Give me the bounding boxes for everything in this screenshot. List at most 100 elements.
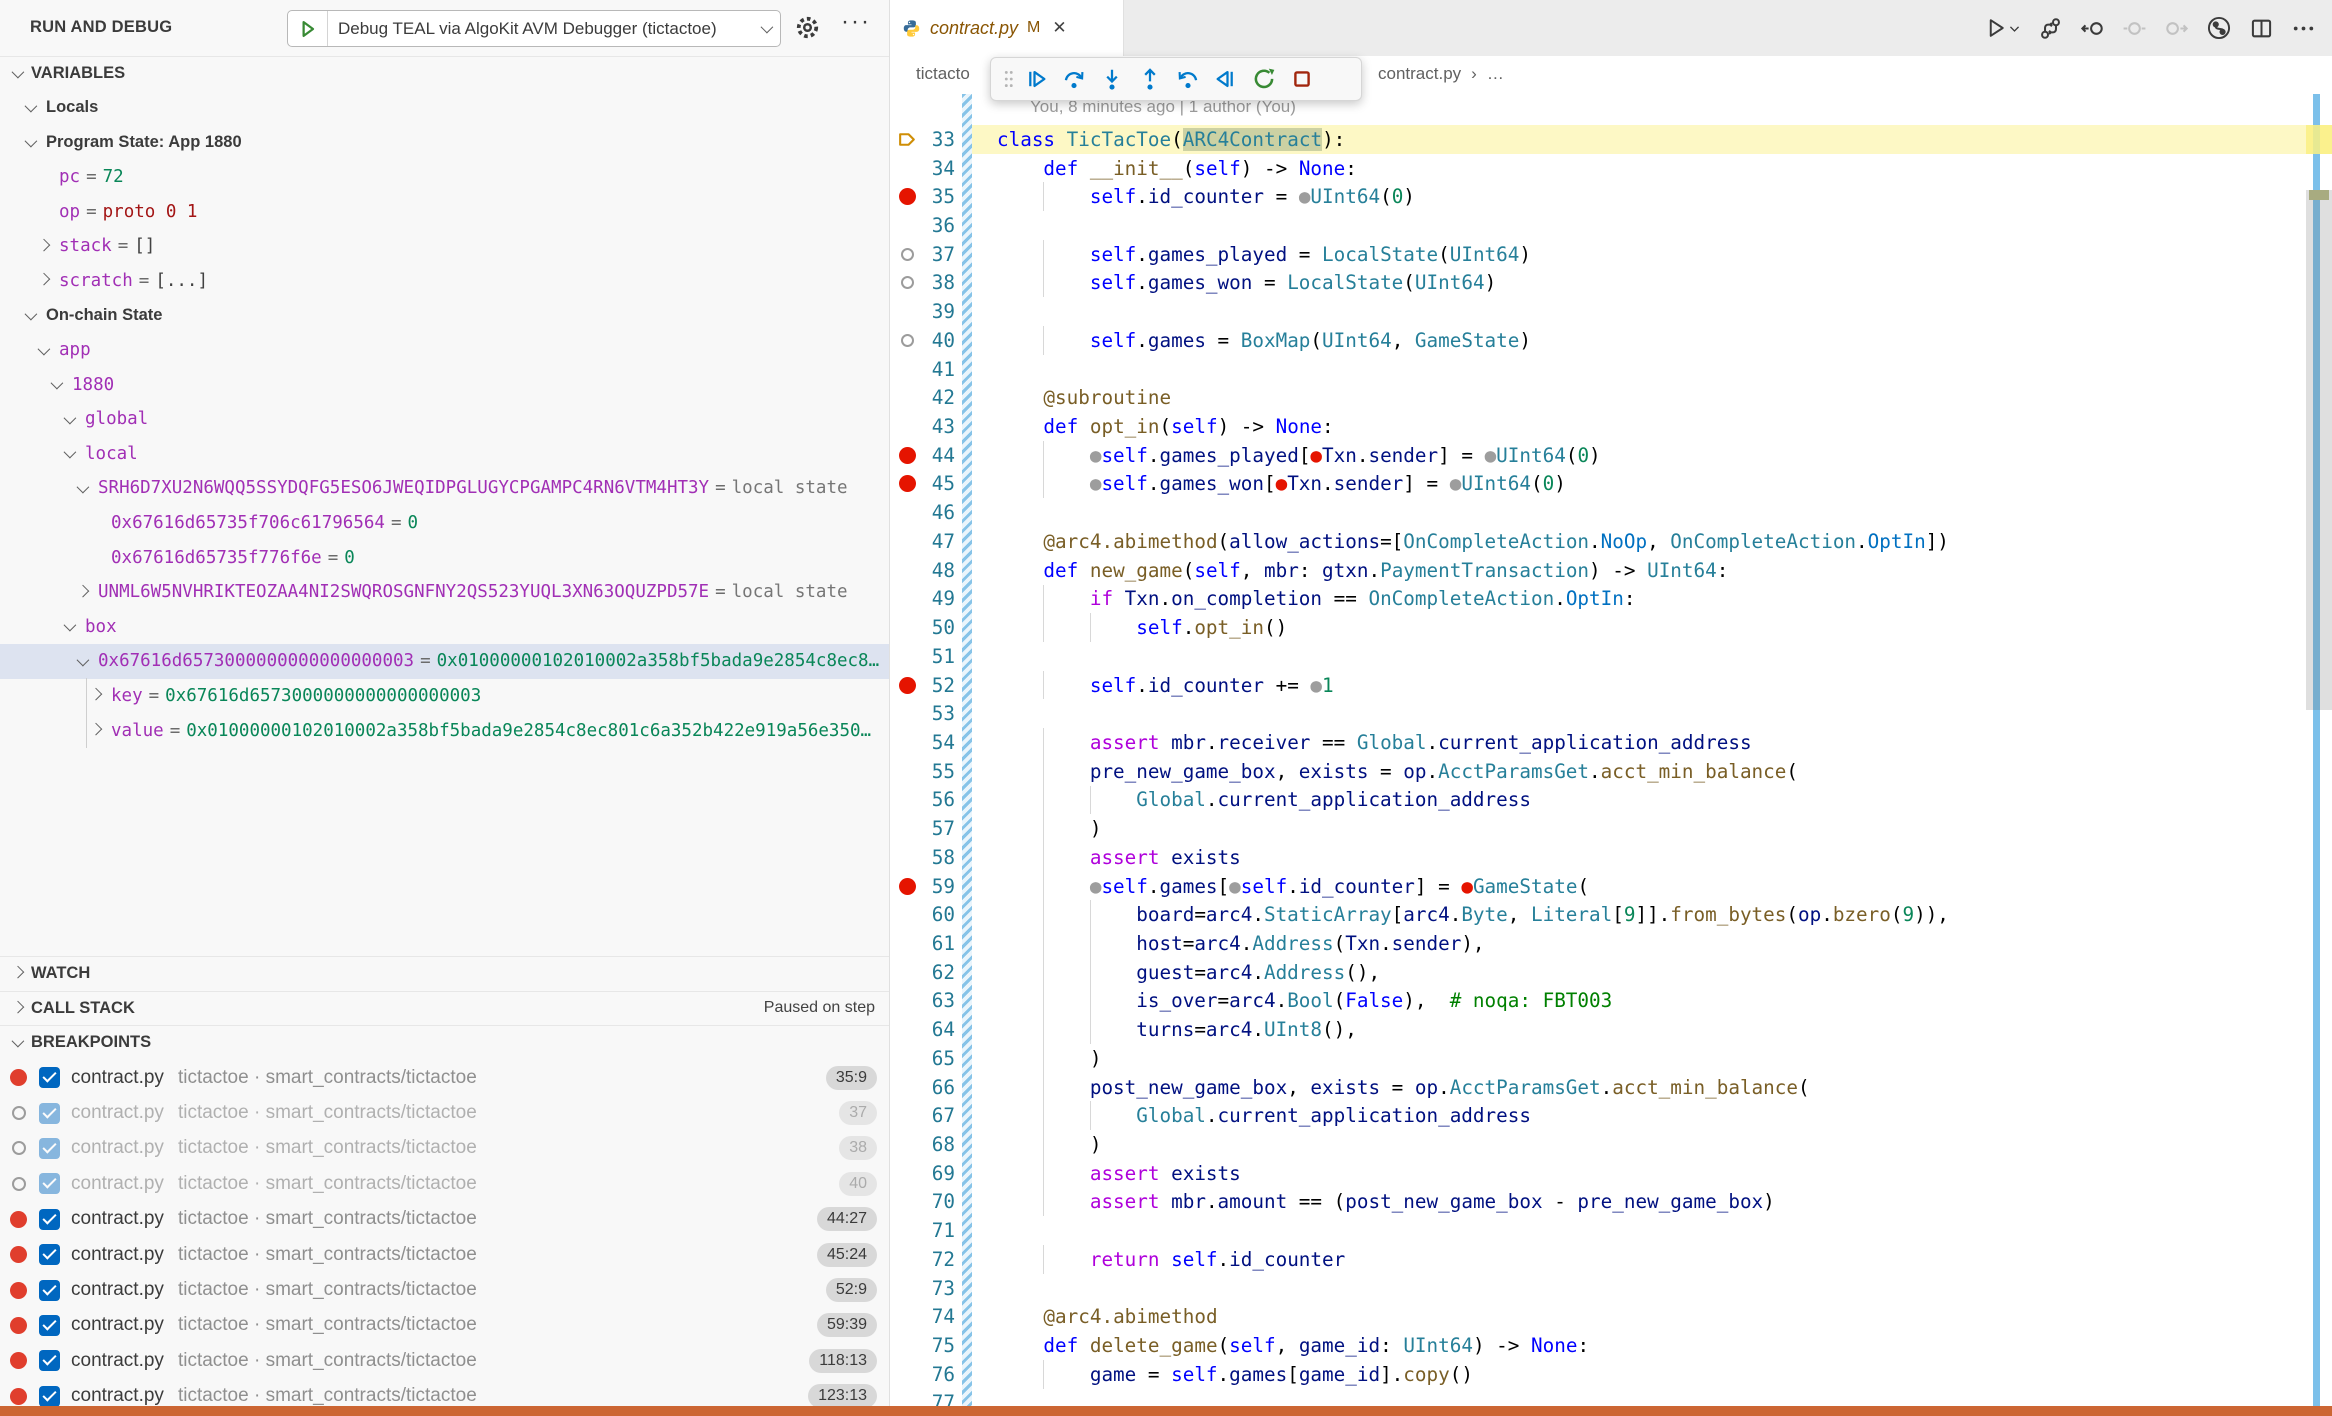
code-line-77[interactable]: 77: [890, 1389, 2332, 1406]
code-line-75[interactable]: 75def delete_game(self, game_id: UInt64)…: [890, 1331, 2332, 1360]
breakpoint-row[interactable]: contract.pytictactoe · smart_contracts/t…: [0, 1308, 889, 1343]
breadcrumb-folder[interactable]: tictacto: [916, 64, 970, 84]
variable-row[interactable]: Program State: App 1880: [0, 125, 889, 160]
breakpoint-checkbox[interactable]: [39, 1244, 60, 1265]
variable-row[interactable]: SRH6D7XU2N6WQQ5SSYDQFG5ESO6JWEQIDPGLUGYC…: [0, 471, 889, 506]
chevron-right-icon[interactable]: [77, 588, 98, 597]
code-line-40[interactable]: 40self.games = BoxMap(UInt64, GameState): [890, 326, 2332, 355]
code-line-33[interactable]: 33class TicTacToe(ARC4Contract):: [890, 125, 2332, 154]
code-editor[interactable]: You, 8 minutes ago | 1 author (You) 33cl…: [890, 94, 2332, 1406]
breakpoint-checkbox[interactable]: [39, 1350, 60, 1371]
split-editor-icon[interactable]: [2249, 16, 2274, 41]
breakpoint-row[interactable]: contract.pytictactoe · smart_contracts/t…: [0, 1131, 889, 1166]
variable-row[interactable]: value=0x01000000102010002a358bf5bada9e28…: [0, 713, 889, 748]
code-line-62[interactable]: 62guest=arc4.Address(),: [890, 958, 2332, 987]
line-content[interactable]: [972, 1389, 2332, 1406]
code-line-68[interactable]: 68): [890, 1130, 2332, 1159]
chevron-down-icon[interactable]: [64, 415, 85, 424]
code-line-72[interactable]: 72return self.id_counter: [890, 1245, 2332, 1274]
code-line-67[interactable]: 67Global.current_application_address: [890, 1101, 2332, 1130]
chevron-down-icon[interactable]: [77, 484, 98, 493]
breadcrumb-file[interactable]: contract.py: [1378, 64, 1461, 84]
line-content[interactable]: Global.current_application_address: [972, 786, 2332, 815]
step-back-button[interactable]: [1169, 62, 1207, 96]
line-content[interactable]: def new_game(self, mbr: gtxn.PaymentTran…: [972, 556, 2332, 585]
more-actions-icon[interactable]: ···: [841, 8, 871, 36]
drag-handle-icon[interactable]: [999, 68, 1017, 90]
variable-row[interactable]: key=0x67616d6573000000000000000003: [0, 679, 889, 714]
code-line-41[interactable]: 41: [890, 355, 2332, 384]
current-change-icon[interactable]: [2122, 16, 2147, 41]
code-line-47[interactable]: 47@arc4.abimethod(allow_actions=[OnCompl…: [890, 527, 2332, 556]
previous-change-icon[interactable]: [2080, 16, 2105, 41]
breakpoint-checkbox[interactable]: [39, 1103, 60, 1124]
variable-row[interactable]: Locals: [0, 91, 889, 126]
line-content[interactable]: class TicTacToe(ARC4Contract):: [972, 125, 2332, 154]
breakpoint-unverified-icon[interactable]: [890, 334, 925, 347]
breakpoint-checkbox[interactable]: [39, 1315, 60, 1336]
breakpoints-section-header[interactable]: BREAKPOINTS: [0, 1025, 889, 1060]
code-line-48[interactable]: 48def new_game(self, mbr: gtxn.PaymentTr…: [890, 556, 2332, 585]
code-line-36[interactable]: 36: [890, 211, 2332, 240]
restart-button[interactable]: [1245, 62, 1283, 96]
compare-changes-icon[interactable]: [2038, 16, 2063, 41]
code-line-38[interactable]: 38self.games_won = LocalState(UInt64): [890, 269, 2332, 298]
callstack-section-header[interactable]: CALL STACK Paused on step: [0, 991, 889, 1026]
code-line-59[interactable]: 59●self.games[●self.id_counter] = ●GameS…: [890, 872, 2332, 901]
line-content[interactable]: ): [972, 814, 2332, 843]
chevron-down-icon[interactable]: [25, 311, 46, 320]
variable-row[interactable]: On-chain State: [0, 298, 889, 333]
code-line-43[interactable]: 43def opt_in(self) -> None:: [890, 412, 2332, 441]
code-line-51[interactable]: 51: [890, 642, 2332, 671]
line-content[interactable]: [972, 642, 2332, 671]
code-line-46[interactable]: 46: [890, 498, 2332, 527]
line-content[interactable]: assert exists: [972, 1159, 2332, 1188]
chevron-right-icon[interactable]: [90, 726, 111, 735]
breakpoint-checkbox[interactable]: [39, 1138, 60, 1159]
code-line-76[interactable]: 76game = self.games[game_id].copy(): [890, 1360, 2332, 1389]
line-content[interactable]: [972, 699, 2332, 728]
code-line-73[interactable]: 73: [890, 1274, 2332, 1303]
breakpoint-unverified-icon[interactable]: [890, 276, 925, 289]
line-content[interactable]: @arc4.abimethod: [972, 1302, 2332, 1331]
breakpoint-checkbox[interactable]: [39, 1209, 60, 1230]
reverse-continue-button[interactable]: [1207, 62, 1245, 96]
line-content[interactable]: ): [972, 1044, 2332, 1073]
line-content[interactable]: assert mbr.receiver == Global.current_ap…: [972, 728, 2332, 757]
code-line-42[interactable]: 42@subroutine: [890, 383, 2332, 412]
variable-row[interactable]: local: [0, 437, 889, 472]
code-line-66[interactable]: 66post_new_game_box, exists = op.AcctPar…: [890, 1073, 2332, 1102]
code-line-58[interactable]: 58assert exists: [890, 843, 2332, 872]
scrollbar-thumb[interactable]: [2306, 190, 2332, 710]
line-content[interactable]: @subroutine: [972, 383, 2332, 412]
code-line-64[interactable]: 64turns=arc4.UInt8(),: [890, 1015, 2332, 1044]
line-content[interactable]: [972, 1216, 2332, 1245]
code-line-57[interactable]: 57): [890, 814, 2332, 843]
step-out-button[interactable]: [1131, 62, 1169, 96]
line-content[interactable]: self.opt_in(): [972, 613, 2332, 642]
code-line-69[interactable]: 69assert exists: [890, 1159, 2332, 1188]
chevron-down-icon[interactable]: [25, 138, 46, 147]
line-content[interactable]: [972, 355, 2332, 384]
breakpoint-unverified-icon[interactable]: [890, 248, 925, 261]
line-content[interactable]: [972, 211, 2332, 240]
line-content[interactable]: return self.id_counter: [972, 1245, 2332, 1274]
breakpoint-icon[interactable]: [890, 188, 925, 205]
step-into-button[interactable]: [1093, 62, 1131, 96]
breakpoint-checkbox[interactable]: [39, 1067, 60, 1088]
breakpoint-icon[interactable]: [890, 878, 925, 895]
line-content[interactable]: turns=arc4.UInt8(),: [972, 1015, 2332, 1044]
code-line-45[interactable]: 45●self.games_won[●Txn.sender] = ●UInt64…: [890, 470, 2332, 499]
code-line-70[interactable]: 70assert mbr.amount == (post_new_game_bo…: [890, 1188, 2332, 1217]
variable-row[interactable]: 0x67616d65735f706c61796564=0: [0, 506, 889, 541]
code-line-49[interactable]: 49if Txn.on_completion == OnCompleteActi…: [890, 585, 2332, 614]
breakpoint-row[interactable]: contract.pytictactoe · smart_contracts/t…: [0, 1095, 889, 1130]
code-line-44[interactable]: 44●self.games_played[●Txn.sender] = ●UIn…: [890, 441, 2332, 470]
code-line-50[interactable]: 50self.opt_in(): [890, 613, 2332, 642]
code-line-61[interactable]: 61host=arc4.Address(Txn.sender),: [890, 929, 2332, 958]
line-content[interactable]: host=arc4.Address(Txn.sender),: [972, 929, 2332, 958]
line-content[interactable]: ): [972, 1130, 2332, 1159]
current-step-icon[interactable]: [890, 129, 925, 150]
breakpoint-icon[interactable]: [890, 447, 925, 464]
line-content[interactable]: def delete_game(self, game_id: UInt64) -…: [972, 1331, 2332, 1360]
